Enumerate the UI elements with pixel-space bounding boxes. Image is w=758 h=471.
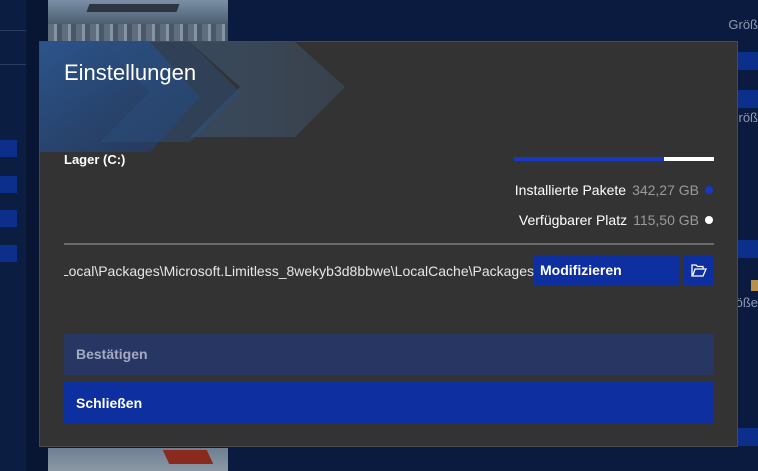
free-dot-icon bbox=[705, 216, 713, 224]
nav-divider bbox=[0, 30, 26, 31]
install-path-text: C:\Users\Default\AppData\Local\Packages\… bbox=[64, 263, 534, 279]
legend-free: Verfügbarer Platz 115,50 GB bbox=[519, 212, 713, 228]
nav-item-highlight[interactable] bbox=[0, 140, 17, 157]
browse-folder-button[interactable] bbox=[684, 255, 714, 285]
dialog-title: Einstellungen bbox=[64, 60, 197, 85]
installed-label: Installierte Pakete bbox=[514, 182, 627, 198]
free-label: Verfügbarer Platz bbox=[518, 212, 628, 228]
settings-dialog: Einstellungen Lager (C:) Installierte Pa… bbox=[39, 41, 738, 447]
nav-item-highlight[interactable] bbox=[0, 245, 17, 262]
installed-value: 342,27 GB bbox=[632, 182, 699, 198]
install-path: C:\Users\Default\AppData\Local\Packages\… bbox=[64, 261, 534, 281]
divider bbox=[64, 243, 714, 245]
thumbnail-image[interactable] bbox=[48, 0, 228, 42]
background-left-nav bbox=[0, 0, 26, 471]
thumbnail-image[interactable] bbox=[48, 448, 228, 471]
size-column-label: Größ bbox=[728, 17, 758, 32]
confirm-button[interactable]: Bestätigen bbox=[64, 334, 714, 375]
nav-item-highlight[interactable] bbox=[0, 210, 17, 227]
row-highlight bbox=[738, 240, 758, 258]
modify-button[interactable]: Modifizieren bbox=[534, 255, 680, 285]
free-value: 115,50 GB bbox=[633, 212, 699, 228]
row-highlight bbox=[738, 52, 758, 70]
drive-label: Lager (C:) bbox=[64, 152, 126, 167]
background-accent bbox=[751, 280, 758, 291]
size-column-label: röß bbox=[738, 110, 758, 125]
row-highlight bbox=[738, 428, 758, 446]
storage-usage-fill bbox=[514, 157, 664, 161]
airplane-shape bbox=[162, 450, 214, 464]
city-skyline bbox=[48, 24, 228, 42]
close-button[interactable]: Schließen bbox=[64, 382, 714, 424]
folder-open-icon bbox=[691, 263, 707, 277]
legend-installed: Installierte Pakete 342,27 GB bbox=[515, 182, 713, 198]
storage-usage-bar bbox=[514, 157, 714, 161]
nav-divider bbox=[0, 64, 26, 65]
nav-item-highlight[interactable] bbox=[0, 176, 17, 193]
size-column-label: öße bbox=[735, 295, 758, 310]
row-highlight bbox=[738, 90, 758, 108]
airplane-shape bbox=[86, 4, 180, 12]
installed-dot-icon bbox=[705, 186, 713, 194]
